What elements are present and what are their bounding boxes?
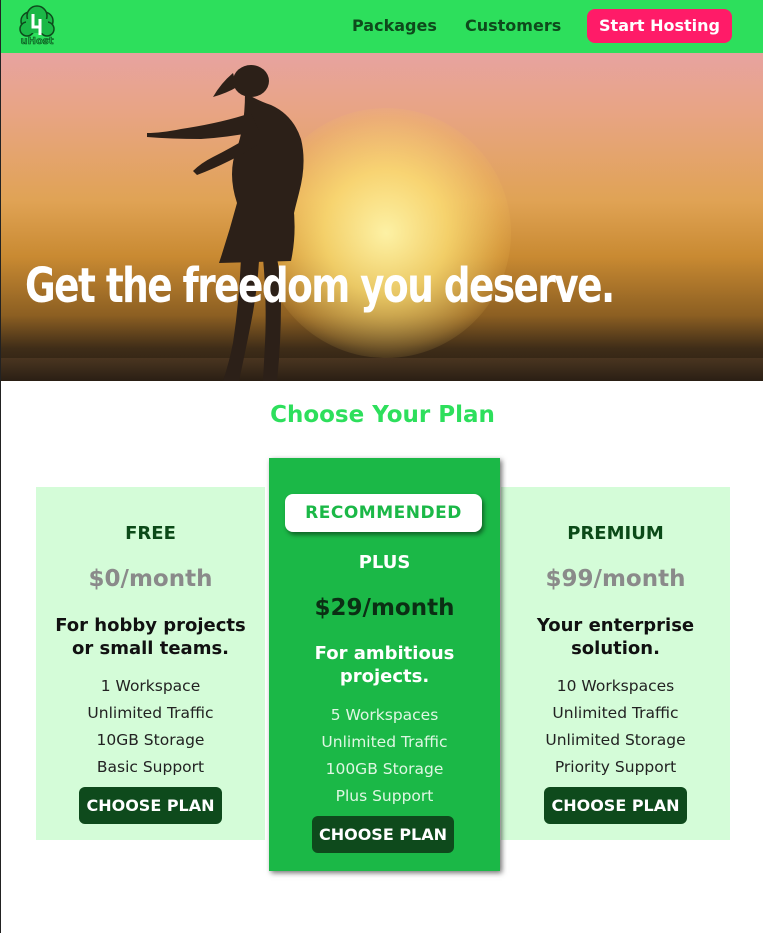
plan-name: PREMIUM	[567, 523, 664, 544]
plan-card-plus: RECOMMENDED PLUS $29/month For ambitious…	[269, 458, 500, 871]
nav-link-customers[interactable]: Customers	[465, 16, 561, 35]
plan-feature: Unlimited Traffic	[552, 704, 679, 722]
plan-price: $99/month	[545, 566, 686, 592]
plan-feature: Basic Support	[96, 758, 205, 776]
plan-feature: 10 Workspaces	[556, 677, 675, 695]
plan-feature: Unlimited Storage	[545, 731, 686, 749]
navbar: uHost Packages Customers Start Hosting	[1, 0, 763, 53]
plan-name: FREE	[125, 523, 176, 544]
choose-plan-button-plus[interactable]: CHOOSE PLAN	[312, 816, 454, 853]
plan-card-premium: PREMIUM $99/month Your enterprise soluti…	[501, 487, 730, 840]
plan-description-line: solution.	[571, 638, 660, 659]
choose-plan-button-premium[interactable]: CHOOSE PLAN	[544, 787, 687, 824]
plan-description-line: projects.	[339, 666, 430, 687]
cloud-logo-icon: uHost	[19, 5, 55, 47]
plan-feature: Unlimited Traffic	[87, 704, 214, 722]
plan-feature: Plus Support	[335, 787, 434, 805]
logo-text: uHost	[20, 36, 53, 47]
plan-description-line: For hobby projects	[55, 615, 246, 636]
choose-plan-heading: Choose Your Plan	[270, 402, 495, 428]
plan-feature: Unlimited Traffic	[321, 733, 448, 751]
plan-price: $29/month	[314, 595, 455, 621]
plan-description: For ambitious projects.	[269, 642, 500, 688]
plan-price: $0/month	[88, 566, 213, 592]
plan-feature: 1 Workspace	[100, 677, 201, 695]
plan-name: PLUS	[358, 552, 411, 573]
plan-description: For hobby projects or small teams.	[36, 614, 265, 660]
start-hosting-button[interactable]: Start Hosting	[587, 9, 732, 43]
plan-card-free: FREE $0/month For hobby projects or smal…	[36, 487, 265, 840]
plan-feature: 5 Workspaces	[330, 706, 439, 724]
nav-link-packages[interactable]: Packages	[352, 16, 437, 35]
choose-plan-button-free[interactable]: CHOOSE PLAN	[79, 787, 222, 824]
plan-description-line: For ambitious	[314, 643, 455, 664]
plan-description-line: or small teams.	[72, 638, 229, 659]
plan-description: Your enterprise solution.	[501, 614, 730, 660]
recommended-badge: RECOMMENDED	[285, 494, 482, 532]
hero-banner: Get the freedom you deserve.	[1, 53, 763, 381]
woman-silhouette-image	[147, 65, 304, 381]
uhost-logo[interactable]: uHost	[16, 5, 58, 47]
plan-feature: Priority Support	[554, 758, 677, 776]
plan-feature: 100GB Storage	[325, 760, 444, 778]
hero-title: Get the freedom you deserve.	[25, 258, 615, 314]
plan-feature: 10GB Storage	[96, 731, 205, 749]
plan-description-line: Your enterprise	[536, 615, 695, 636]
